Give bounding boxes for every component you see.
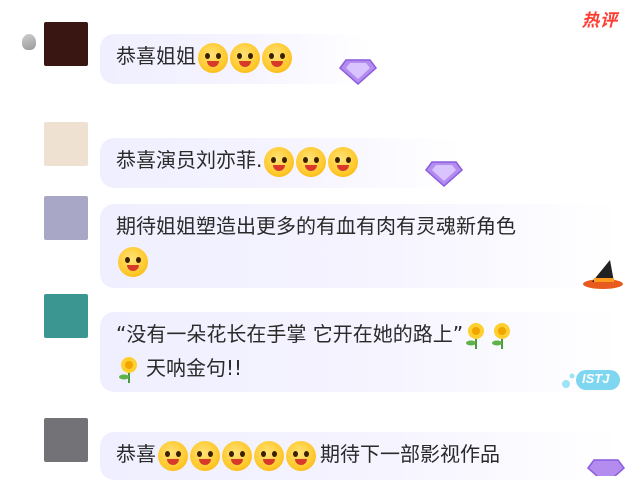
comment-item[interactable]: 期待姐姐塑造出更多的有血有肉有灵魂新角色 [0, 190, 640, 290]
witch-hat-badge-icon [583, 260, 623, 289]
comment-text-line: 恭喜姐姐 [116, 40, 292, 73]
kiss-emoji-icon [222, 440, 252, 471]
flower-emoji-icon [463, 321, 489, 351]
avatar[interactable] [44, 294, 88, 338]
grinning-flower-emoji-icon [262, 42, 292, 73]
diamond-badge-icon [338, 59, 378, 86]
avatar[interactable] [44, 122, 88, 166]
diamond-badge-icon [424, 161, 464, 188]
istj-badge-icon: ISTJ [560, 368, 622, 392]
flower-emoji-icon [489, 321, 515, 351]
hearts-emoji-icon [296, 146, 327, 177]
comment-text-line: “没有一朵花长在手掌 它开在她的路上” [116, 318, 515, 351]
hearts-emoji-icon [264, 146, 295, 177]
kiss-emoji-icon [158, 440, 188, 471]
comment-text: 恭喜姐姐 [116, 44, 196, 68]
kiss-emoji-icon [286, 440, 316, 471]
comment-text: “没有一朵花长在手掌 它开在她的路上” [116, 322, 464, 346]
hearts-emoji-icon [328, 146, 359, 177]
comment-text-2: 天呐金句!! [146, 356, 243, 380]
comment-item[interactable]: 恭喜 期待下一部影视作品 [0, 390, 640, 480]
avatar[interactable] [44, 22, 88, 66]
flower-emoji-icon [116, 355, 142, 385]
kiss-emoji-icon [190, 440, 220, 471]
comment-item[interactable]: “没有一朵花长在手掌 它开在她的路上” 天呐金句!! ISTJ [0, 290, 640, 392]
comment-item[interactable]: 恭喜演员刘亦菲. [0, 100, 640, 200]
comment-text-line: 期待姐姐塑造出更多的有血有肉有灵魂新角色 [116, 210, 516, 242]
comment-emoji-line [116, 244, 148, 277]
grinning-flower-emoji-icon [230, 42, 260, 73]
istj-badge-label: ISTJ [582, 371, 610, 386]
comment-text-line: 恭喜演员刘亦菲. [116, 144, 359, 177]
comment-text: 期待姐姐塑造出更多的有血有肉有灵魂新角色 [116, 214, 516, 238]
avatar[interactable] [44, 418, 88, 462]
comment-item[interactable]: 恭喜姐姐 [0, 0, 640, 100]
comment-trail-text: 期待下一部影视作品 [320, 442, 500, 466]
grinning-flower-emoji-icon [198, 42, 228, 73]
grinning-flower-emoji-icon [118, 246, 148, 277]
comment-text: 恭喜 [116, 442, 156, 466]
diamond-badge-icon [586, 459, 626, 476]
comment-text-line: 天呐金句!! [116, 352, 242, 385]
avatar[interactable] [44, 196, 88, 240]
comment-text-line: 恭喜 期待下一部影视作品 [116, 438, 500, 471]
kiss-emoji-icon [254, 440, 284, 471]
comment-text: 恭喜演员刘亦菲. [116, 148, 263, 172]
